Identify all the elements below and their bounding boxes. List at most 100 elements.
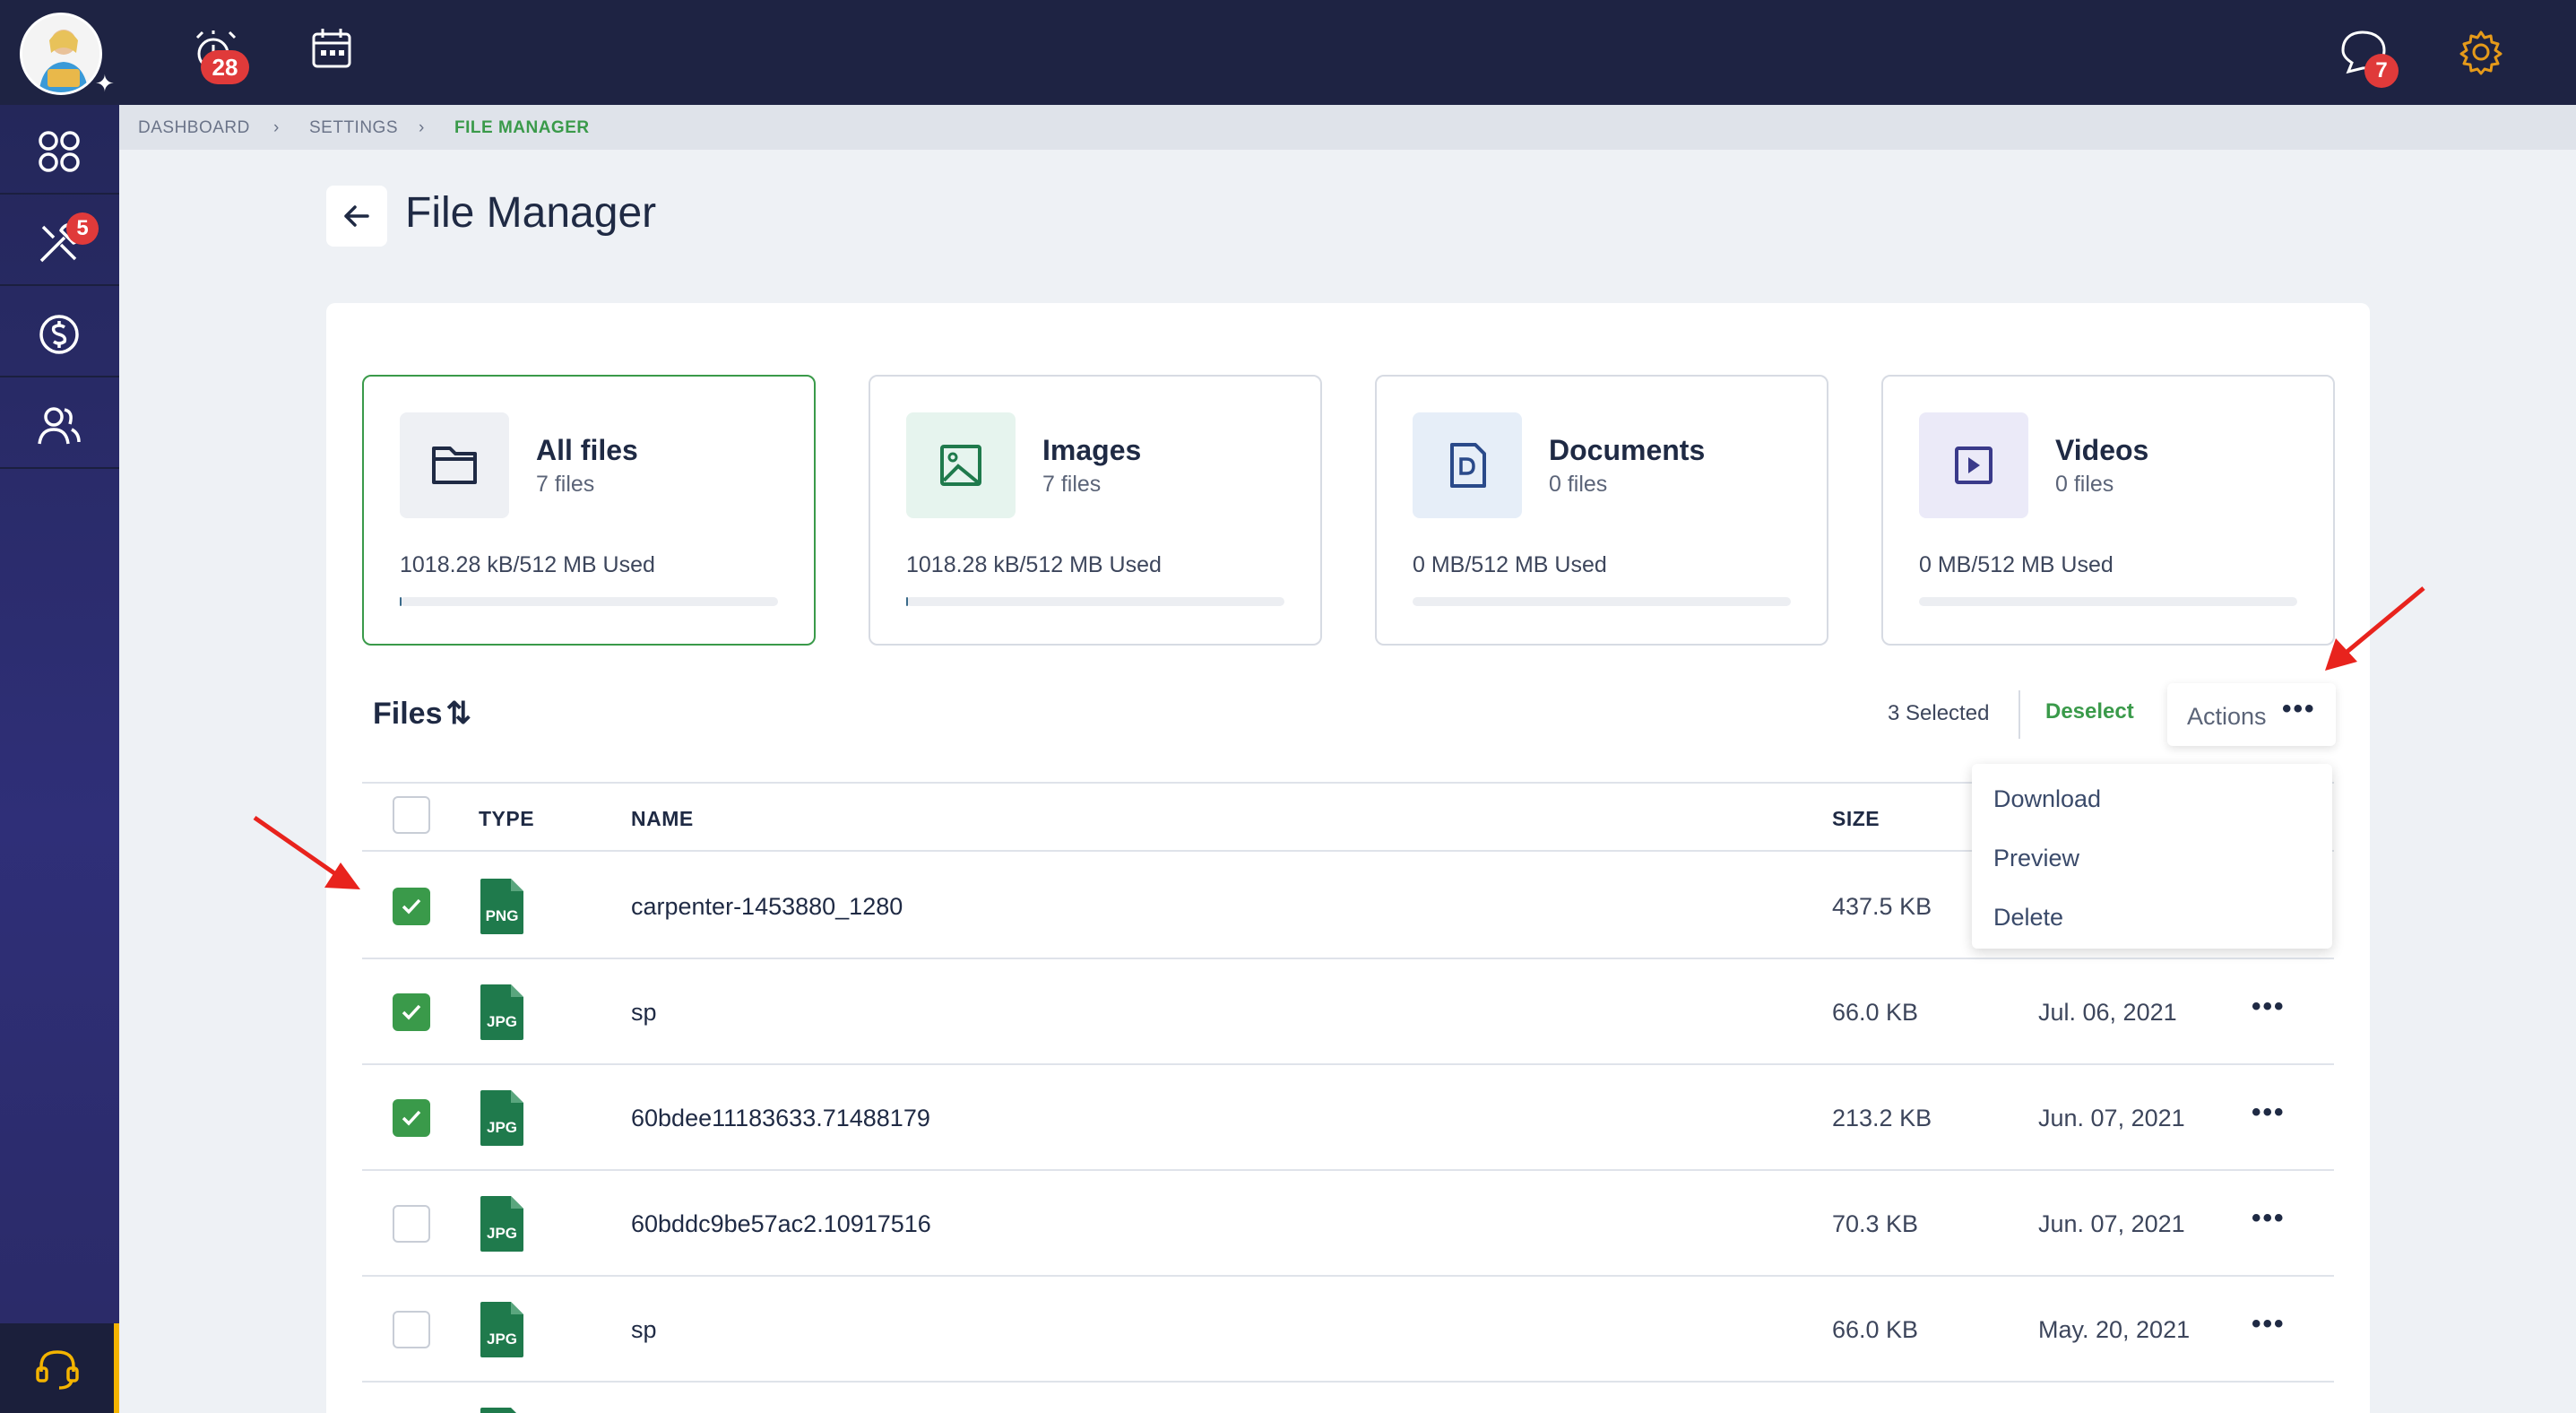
menu-item-download[interactable]: Download — [1993, 785, 2101, 813]
chat-icon[interactable]: 7 — [2339, 27, 2399, 88]
file-name[interactable]: carpenter-1453880_1280 — [631, 893, 903, 921]
stat-progress-bar — [1413, 597, 1791, 606]
file-type-label: PNG — [485, 907, 519, 924]
stat-count: 7 files — [536, 472, 595, 497]
breadcrumb-settings[interactable]: SETTINGS — [309, 118, 398, 138]
stat-all-files[interactable]: All files 7 files 1018.28 kB/512 MB Used — [362, 375, 816, 646]
file-type-label: JPG — [486, 1225, 518, 1242]
stat-progress-bar — [400, 597, 778, 606]
settings-gear-icon[interactable] — [2456, 27, 2510, 81]
stat-used: 0 MB/512 MB Used — [1919, 552, 2114, 577]
actions-button[interactable]: Actions ••• — [2167, 683, 2336, 746]
jpg-file-icon: JPG — [479, 983, 525, 1042]
file-size: 437.5 KB — [1832, 893, 1932, 920]
jpg-file-icon — [479, 1406, 525, 1413]
arrow-left-icon — [344, 205, 369, 227]
file-type-label: JPG — [486, 1331, 518, 1348]
stat-used: 0 MB/512 MB Used — [1413, 552, 1607, 577]
support-button[interactable] — [0, 1323, 119, 1413]
row-more-dots-icon[interactable]: ••• — [2252, 1097, 2286, 1128]
breadcrumb-dashboard[interactable]: DASHBOARD — [138, 118, 250, 138]
file-name[interactable]: 60bddc9be57ac2.10917516 — [631, 1210, 931, 1238]
row-checkbox[interactable] — [393, 1311, 430, 1348]
file-name[interactable]: 60bdee11183633.71488179 — [631, 1105, 930, 1132]
folder-icon — [400, 412, 509, 518]
sidebar-item-tools[interactable]: 5 — [0, 196, 119, 286]
files-heading-label: Files — [373, 697, 443, 731]
stat-used: 1018.28 kB/512 MB Used — [906, 552, 1162, 577]
sort-icon[interactable]: ⇅ — [445, 697, 471, 731]
file-size: 66.0 KB — [1832, 1316, 1919, 1343]
calendar-icon[interactable] — [308, 25, 362, 79]
file-date: Jun. 07, 2021 — [2038, 1105, 2185, 1131]
file-date: Jul. 06, 2021 — [2038, 999, 2177, 1026]
document-icon — [1413, 412, 1522, 518]
check-icon — [402, 1110, 421, 1126]
file-date: May. 20, 2021 — [2038, 1316, 2191, 1343]
row-checkbox[interactable] — [393, 1099, 430, 1137]
page-title: File Manager — [405, 189, 657, 237]
stat-count: 0 files — [1549, 472, 1608, 497]
stat-documents[interactable]: Documents 0 files 0 MB/512 MB Used — [1375, 375, 1828, 646]
more-dots-icon: ••• — [2282, 694, 2316, 724]
sidebar-item-users[interactable] — [0, 379, 119, 469]
file-size: 66.0 KB — [1832, 999, 1919, 1026]
actions-label: Actions — [2187, 703, 2267, 730]
file-name[interactable]: sp — [631, 1316, 657, 1344]
stat-count: 7 files — [1042, 472, 1102, 497]
image-icon — [906, 412, 1016, 518]
sidebar: 5 — [0, 105, 119, 1413]
actions-menu: Download Preview Delete — [1972, 764, 2332, 949]
divider — [362, 1381, 2334, 1383]
avatar[interactable] — [20, 13, 102, 95]
file-type-label: JPG — [486, 1119, 518, 1136]
menu-item-preview[interactable]: Preview — [1993, 845, 2079, 872]
apps-grid-icon — [39, 131, 80, 172]
breadcrumb-file-manager: FILE MANAGER — [454, 118, 590, 137]
stat-images[interactable]: Images 7 files 1018.28 kB/512 MB Used — [869, 375, 1322, 646]
jpg-file-icon: JPG — [479, 1194, 525, 1253]
menu-item-delete[interactable]: Delete — [1993, 904, 2063, 932]
row-more-dots-icon[interactable]: ••• — [2252, 1309, 2286, 1339]
divider — [362, 1063, 2334, 1065]
row-more-dots-icon[interactable]: ••• — [2252, 1203, 2286, 1234]
video-icon — [1919, 412, 2028, 518]
column-name[interactable]: NAME — [631, 807, 694, 831]
stat-progress-fill — [400, 597, 402, 606]
stat-progress-bar — [906, 597, 1284, 606]
stat-progress-bar — [1919, 597, 2297, 606]
files-heading[interactable]: Files ⇅ — [373, 696, 471, 732]
divider — [2018, 690, 2020, 739]
chat-badge: 7 — [2364, 54, 2399, 88]
file-size: 213.2 KB — [1832, 1105, 1932, 1131]
row-checkbox[interactable] — [393, 993, 430, 1031]
sidebar-item-billing[interactable] — [0, 288, 119, 377]
sidebar-item-dashboard[interactable] — [0, 105, 119, 195]
jpg-file-icon: JPG — [479, 1088, 525, 1148]
deselect-button[interactable]: Deselect — [2045, 699, 2134, 724]
stat-videos[interactable]: Videos 0 files 0 MB/512 MB Used — [1881, 375, 2335, 646]
file-name[interactable]: sp — [631, 999, 657, 1027]
column-type[interactable]: TYPE — [479, 807, 534, 831]
divider — [362, 958, 2334, 959]
stat-title: Images — [1042, 434, 1142, 466]
column-size[interactable]: SIZE — [1832, 807, 1880, 831]
stat-title: All files — [536, 434, 638, 466]
stat-title: Documents — [1549, 434, 1706, 466]
back-button[interactable] — [326, 186, 387, 247]
check-icon — [402, 898, 421, 915]
stat-progress-fill — [906, 597, 908, 606]
selected-count: 3 Selected — [1888, 701, 1990, 725]
png-file-icon: PNG — [479, 877, 525, 936]
row-checkbox[interactable] — [393, 888, 430, 925]
tools-badge: 5 — [66, 212, 99, 245]
stat-count: 0 files — [2055, 472, 2114, 497]
breadcrumb: DASHBOARD › SETTINGS › FILE MANAGER — [119, 105, 2576, 150]
headset-icon — [36, 1350, 79, 1390]
row-more-dots-icon[interactable]: ••• — [2252, 992, 2286, 1022]
select-all-checkbox[interactable] — [393, 796, 430, 834]
jpg-file-icon: JPG — [479, 1300, 525, 1359]
row-checkbox[interactable] — [393, 1205, 430, 1243]
alarm-icon[interactable]: 28 — [192, 29, 249, 84]
annotation-arrow-icon — [2325, 586, 2425, 671]
